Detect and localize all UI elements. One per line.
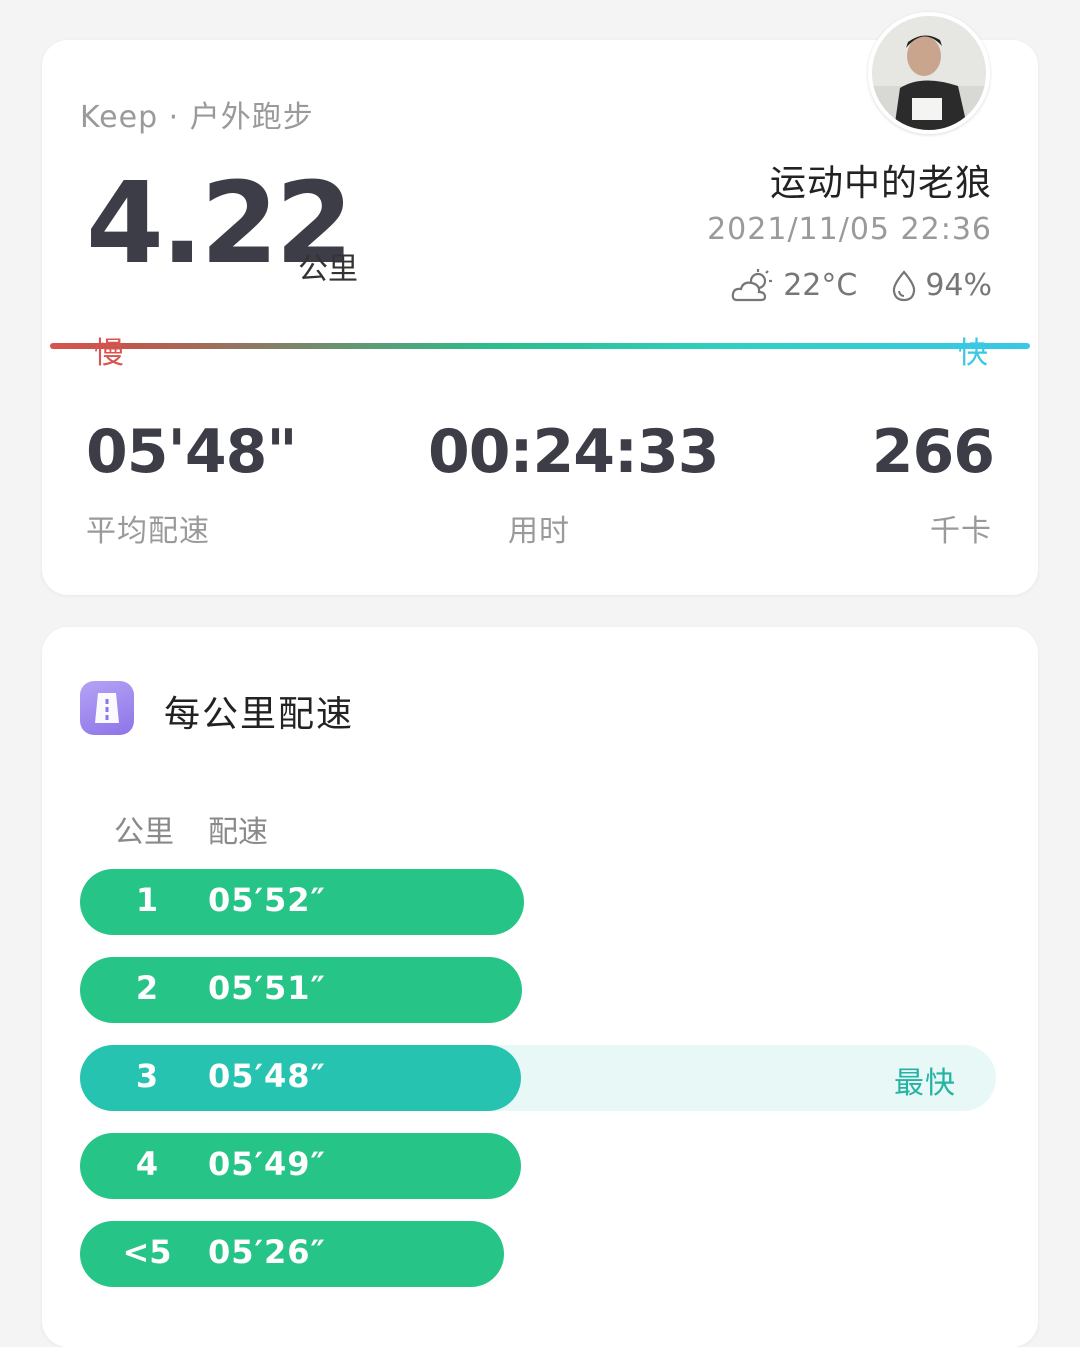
pace-row: <5 05′26″ — [80, 1221, 996, 1287]
avatar[interactable] — [868, 12, 990, 134]
section-title: 每公里配速 — [164, 694, 355, 735]
pace-row-value: 05′49″ — [208, 1145, 326, 1183]
avg-pace-label: 平均配速 — [86, 514, 210, 549]
column-km-header: 公里 — [114, 815, 174, 850]
pace-icon — [80, 681, 134, 735]
slow-label: 慢 — [94, 336, 124, 371]
calories-value: 266 — [871, 417, 995, 487]
humidity-value: 94% — [925, 268, 992, 303]
pace-row: 4 05′49″ — [80, 1133, 996, 1199]
duration-label: 用时 — [508, 514, 570, 549]
column-pace-header: 配速 — [208, 815, 268, 850]
avg-pace-value: 05'48" — [86, 417, 298, 487]
pace-row-km: 2 — [135, 969, 159, 1007]
pace-row: 1 05′52″ — [80, 869, 996, 935]
cloud-sun-icon — [731, 268, 775, 303]
distance-unit: 公里 — [298, 252, 358, 287]
pace-row-km: 4 — [135, 1145, 159, 1183]
drop-icon — [891, 269, 917, 302]
pace-row-value: 05′52″ — [208, 881, 326, 919]
pace-row-km: 1 — [135, 881, 159, 919]
pace-per-km-card: 每公里配速 公里 配速 1 05′52″ 2 05′51″ 3 05′48″ 最快 4 05′4… — [42, 627, 1038, 1347]
temperature-value: 22°C — [783, 268, 858, 303]
pace-row-value: 05′26″ — [208, 1233, 326, 1271]
workout-datetime: 2021/11/05 22:36 — [707, 212, 992, 247]
speed-gradient-bar — [50, 343, 1030, 349]
user-name: 运动中的老狼 — [769, 163, 992, 204]
pace-row: 2 05′51″ — [80, 957, 996, 1023]
calories-label: 千卡 — [930, 514, 992, 549]
pace-row-value: 05′51″ — [208, 969, 326, 1007]
weather-info: 22°C 94% — [731, 268, 992, 303]
duration-value: 00:24:33 — [428, 417, 719, 487]
workout-summary-card: Keep · 户外跑步 4.22 公里 运动中的老狼 2021/11/05 22… — [42, 12, 1038, 595]
fast-label: 快 — [958, 336, 988, 371]
activity-source: Keep · 户外跑步 — [80, 100, 314, 135]
fastest-tag: 最快 — [894, 1066, 956, 1101]
pace-row-km: <5 — [122, 1233, 172, 1271]
pace-row-km: 3 — [135, 1057, 159, 1095]
pace-row: 3 05′48″ 最快 — [80, 1045, 996, 1111]
pace-row-value: 05′48″ — [208, 1057, 326, 1095]
